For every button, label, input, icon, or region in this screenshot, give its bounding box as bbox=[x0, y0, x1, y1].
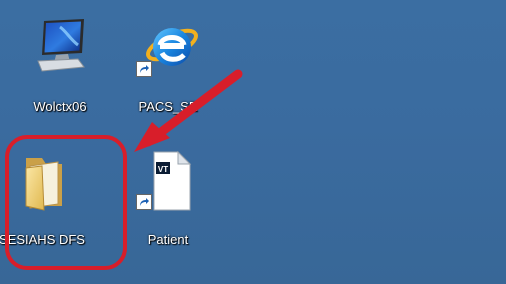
annotation-arrow-icon bbox=[134, 69, 243, 152]
